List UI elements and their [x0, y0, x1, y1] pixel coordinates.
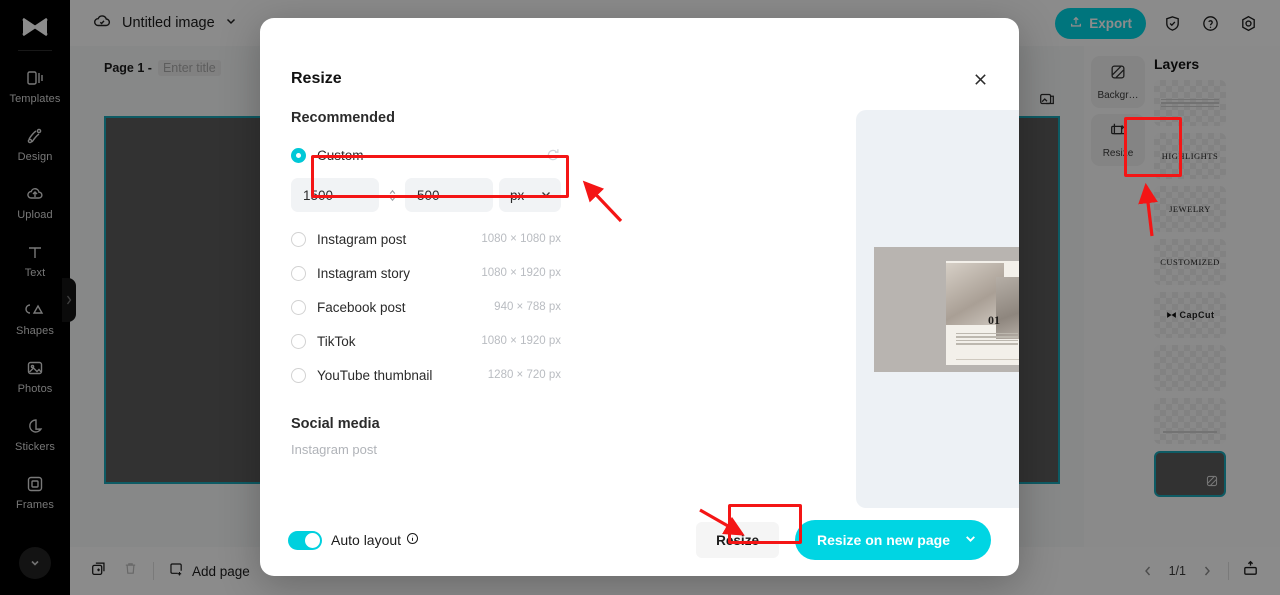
option-label: TikTok: [317, 333, 356, 349]
preview-photo-2: [996, 276, 1019, 339]
preview-design: CapCut CUSTOMIZED JEWELRY 01 02 03 BUY N…: [946, 260, 1019, 365]
radio-instagram-story[interactable]: [291, 265, 306, 281]
resize-on-new-page-button[interactable]: Resize on new page: [794, 520, 991, 560]
option-label: Instagram post: [317, 231, 407, 247]
auto-layout-toggle[interactable]: [288, 530, 322, 550]
custom-dimensions-group: 1500 500 px: [291, 178, 561, 212]
social-item-instagram-post[interactable]: Instagram post: [291, 436, 561, 457]
reset-icon[interactable]: [545, 147, 561, 163]
option-instagram-story[interactable]: Instagram story 1080 × 1920 px: [291, 256, 561, 290]
radio-custom[interactable]: [291, 147, 306, 163]
option-label: Facebook post: [317, 299, 406, 315]
resize-options-column: Recommended Custom 1500 500 px Instagram…: [291, 110, 561, 457]
option-size: 940 × 788 px: [494, 301, 561, 313]
option-facebook-post[interactable]: Facebook post 940 × 788 px: [291, 290, 561, 324]
preview-number-1: 01: [988, 312, 1000, 327]
auto-layout-group: Auto layout: [288, 530, 419, 550]
option-size: 1080 × 1920 px: [481, 335, 561, 347]
unit-value: px: [510, 187, 525, 203]
radio-tiktok[interactable]: [291, 333, 306, 349]
option-label: YouTube thumbnail: [317, 367, 433, 383]
preview-body-text: [956, 331, 1018, 347]
radio-instagram-post[interactable]: [291, 231, 306, 247]
option-label: Instagram story: [317, 265, 411, 281]
option-instagram-post[interactable]: Instagram post 1080 × 1080 px: [291, 222, 561, 256]
preview-footer-rule: [956, 358, 1019, 360]
modal-actions: Resize Resize on new page: [696, 520, 991, 560]
resize-button[interactable]: Resize: [696, 522, 779, 558]
option-youtube-thumbnail[interactable]: YouTube thumbnail 1280 × 720 px: [291, 358, 561, 392]
auto-layout-label-group: Auto layout: [331, 532, 419, 548]
option-size: 1080 × 1920 px: [481, 267, 561, 279]
resize-on-new-page-label: Resize on new page: [816, 532, 950, 548]
chevron-down-icon[interactable]: [964, 532, 977, 548]
auto-layout-label: Auto layout: [331, 532, 402, 548]
info-icon[interactable]: [406, 532, 419, 548]
width-input[interactable]: 1500: [291, 178, 379, 212]
resize-preview-pane: CapCut CUSTOMIZED JEWELRY 01 02 03 BUY N…: [856, 110, 1019, 508]
option-tiktok[interactable]: TikTok 1080 × 1920 px: [291, 324, 561, 358]
preview-thumbnail: CapCut CUSTOMIZED JEWELRY 01 02 03 BUY N…: [874, 246, 1019, 372]
swap-dimensions-icon[interactable]: [385, 188, 399, 203]
resize-modal: Resize Recommended Custom 1500 500 px In…: [260, 18, 1019, 576]
modal-footer: Auto layout Resize Resize on new page: [260, 504, 1019, 576]
modal-title: Resize: [291, 70, 342, 87]
close-icon[interactable]: [969, 68, 991, 90]
recommended-heading: Recommended: [291, 110, 395, 126]
chevron-down-icon: [540, 188, 552, 203]
option-label: Custom: [317, 147, 364, 163]
height-input[interactable]: 500: [405, 178, 493, 212]
option-size: 1080 × 1080 px: [481, 233, 561, 245]
radio-youtube-thumbnail[interactable]: [291, 367, 306, 383]
social-media-heading: Social media: [291, 416, 380, 432]
unit-select[interactable]: px: [499, 178, 561, 212]
option-size: 1280 × 720 px: [487, 369, 561, 381]
option-custom[interactable]: Custom: [291, 138, 561, 172]
radio-facebook-post[interactable]: [291, 299, 306, 315]
